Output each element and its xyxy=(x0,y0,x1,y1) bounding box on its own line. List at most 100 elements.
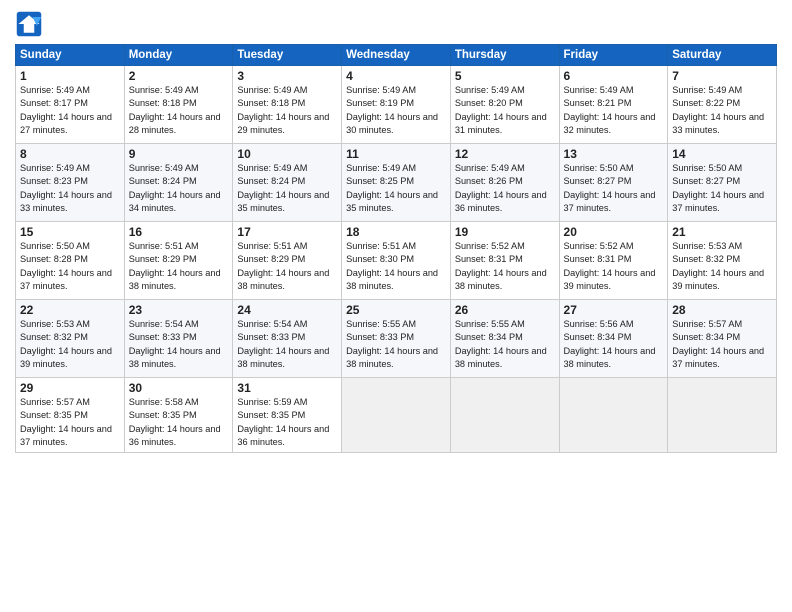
sunrise-label: Sunrise: 5:51 AM xyxy=(346,241,416,251)
calendar-cell: 19 Sunrise: 5:52 AM Sunset: 8:31 PM Dayl… xyxy=(450,222,559,300)
calendar-cell: 18 Sunrise: 5:51 AM Sunset: 8:30 PM Dayl… xyxy=(342,222,451,300)
cell-info: Sunrise: 5:49 AM Sunset: 8:20 PM Dayligh… xyxy=(455,84,555,137)
day-header-friday: Friday xyxy=(559,45,668,66)
day-number: 27 xyxy=(564,303,664,317)
sunset-label: Sunset: 8:32 PM xyxy=(672,254,740,264)
calendar-cell: 6 Sunrise: 5:49 AM Sunset: 8:21 PM Dayli… xyxy=(559,66,668,144)
day-header-monday: Monday xyxy=(124,45,233,66)
sunrise-label: Sunrise: 5:54 AM xyxy=(237,319,307,329)
sunset-label: Sunset: 8:30 PM xyxy=(346,254,414,264)
calendar-cell: 3 Sunrise: 5:49 AM Sunset: 8:18 PM Dayli… xyxy=(233,66,342,144)
cell-info: Sunrise: 5:57 AM Sunset: 8:34 PM Dayligh… xyxy=(672,318,772,371)
cell-info: Sunrise: 5:49 AM Sunset: 8:25 PM Dayligh… xyxy=(346,162,446,215)
cell-info: Sunrise: 5:51 AM Sunset: 8:29 PM Dayligh… xyxy=(129,240,229,293)
day-header-thursday: Thursday xyxy=(450,45,559,66)
sunrise-label: Sunrise: 5:53 AM xyxy=(20,319,90,329)
sunrise-label: Sunrise: 5:52 AM xyxy=(455,241,525,251)
cell-info: Sunrise: 5:56 AM Sunset: 8:34 PM Dayligh… xyxy=(564,318,664,371)
daylight-label: Daylight: 14 hours and 37 minutes. xyxy=(564,190,656,213)
day-number: 26 xyxy=(455,303,555,317)
sunrise-label: Sunrise: 5:57 AM xyxy=(672,319,742,329)
calendar-cell: 31 Sunrise: 5:59 AM Sunset: 8:35 PM Dayl… xyxy=(233,378,342,453)
sunset-label: Sunset: 8:22 PM xyxy=(672,98,740,108)
sunset-label: Sunset: 8:35 PM xyxy=(129,410,197,420)
calendar-cell: 24 Sunrise: 5:54 AM Sunset: 8:33 PM Dayl… xyxy=(233,300,342,378)
cell-info: Sunrise: 5:50 AM Sunset: 8:27 PM Dayligh… xyxy=(564,162,664,215)
sunrise-label: Sunrise: 5:56 AM xyxy=(564,319,634,329)
calendar-cell: 10 Sunrise: 5:49 AM Sunset: 8:24 PM Dayl… xyxy=(233,144,342,222)
day-header-wednesday: Wednesday xyxy=(342,45,451,66)
sunset-label: Sunset: 8:20 PM xyxy=(455,98,523,108)
sunset-label: Sunset: 8:27 PM xyxy=(564,176,632,186)
cell-info: Sunrise: 5:49 AM Sunset: 8:24 PM Dayligh… xyxy=(129,162,229,215)
sunset-label: Sunset: 8:29 PM xyxy=(129,254,197,264)
cell-info: Sunrise: 5:50 AM Sunset: 8:28 PM Dayligh… xyxy=(20,240,120,293)
calendar-cell: 12 Sunrise: 5:49 AM Sunset: 8:26 PM Dayl… xyxy=(450,144,559,222)
day-number: 17 xyxy=(237,225,337,239)
daylight-label: Daylight: 14 hours and 37 minutes. xyxy=(20,268,112,291)
logo xyxy=(15,10,47,38)
day-number: 9 xyxy=(129,147,229,161)
calendar-cell: 25 Sunrise: 5:55 AM Sunset: 8:33 PM Dayl… xyxy=(342,300,451,378)
daylight-label: Daylight: 14 hours and 37 minutes. xyxy=(672,346,764,369)
week-row-4: 22 Sunrise: 5:53 AM Sunset: 8:32 PM Dayl… xyxy=(16,300,777,378)
calendar-cell: 21 Sunrise: 5:53 AM Sunset: 8:32 PM Dayl… xyxy=(668,222,777,300)
day-header-sunday: Sunday xyxy=(16,45,125,66)
day-number: 1 xyxy=(20,69,120,83)
cell-info: Sunrise: 5:55 AM Sunset: 8:34 PM Dayligh… xyxy=(455,318,555,371)
calendar-cell: 27 Sunrise: 5:56 AM Sunset: 8:34 PM Dayl… xyxy=(559,300,668,378)
calendar-table: SundayMondayTuesdayWednesdayThursdayFrid… xyxy=(15,44,777,453)
calendar-cell: 22 Sunrise: 5:53 AM Sunset: 8:32 PM Dayl… xyxy=(16,300,125,378)
cell-info: Sunrise: 5:50 AM Sunset: 8:27 PM Dayligh… xyxy=(672,162,772,215)
cell-info: Sunrise: 5:52 AM Sunset: 8:31 PM Dayligh… xyxy=(564,240,664,293)
calendar-cell xyxy=(559,378,668,453)
calendar-cell: 1 Sunrise: 5:49 AM Sunset: 8:17 PM Dayli… xyxy=(16,66,125,144)
day-number: 19 xyxy=(455,225,555,239)
day-number: 3 xyxy=(237,69,337,83)
sunrise-label: Sunrise: 5:50 AM xyxy=(564,163,634,173)
daylight-label: Daylight: 14 hours and 35 minutes. xyxy=(237,190,329,213)
day-header-saturday: Saturday xyxy=(668,45,777,66)
day-number: 22 xyxy=(20,303,120,317)
cell-info: Sunrise: 5:49 AM Sunset: 8:24 PM Dayligh… xyxy=(237,162,337,215)
cell-info: Sunrise: 5:52 AM Sunset: 8:31 PM Dayligh… xyxy=(455,240,555,293)
sunset-label: Sunset: 8:27 PM xyxy=(672,176,740,186)
day-number: 18 xyxy=(346,225,446,239)
sunrise-label: Sunrise: 5:49 AM xyxy=(237,163,307,173)
cell-info: Sunrise: 5:51 AM Sunset: 8:29 PM Dayligh… xyxy=(237,240,337,293)
day-number: 11 xyxy=(346,147,446,161)
calendar-cell: 8 Sunrise: 5:49 AM Sunset: 8:23 PM Dayli… xyxy=(16,144,125,222)
calendar-cell: 2 Sunrise: 5:49 AM Sunset: 8:18 PM Dayli… xyxy=(124,66,233,144)
daylight-label: Daylight: 14 hours and 38 minutes. xyxy=(346,346,438,369)
calendar-cell xyxy=(668,378,777,453)
calendar-cell: 28 Sunrise: 5:57 AM Sunset: 8:34 PM Dayl… xyxy=(668,300,777,378)
cell-info: Sunrise: 5:49 AM Sunset: 8:17 PM Dayligh… xyxy=(20,84,120,137)
cell-info: Sunrise: 5:53 AM Sunset: 8:32 PM Dayligh… xyxy=(20,318,120,371)
sunrise-label: Sunrise: 5:49 AM xyxy=(129,85,199,95)
daylight-label: Daylight: 14 hours and 38 minutes. xyxy=(237,268,329,291)
sunrise-label: Sunrise: 5:49 AM xyxy=(237,85,307,95)
calendar-cell: 29 Sunrise: 5:57 AM Sunset: 8:35 PM Dayl… xyxy=(16,378,125,453)
sunrise-label: Sunrise: 5:49 AM xyxy=(129,163,199,173)
week-row-2: 8 Sunrise: 5:49 AM Sunset: 8:23 PM Dayli… xyxy=(16,144,777,222)
sunset-label: Sunset: 8:29 PM xyxy=(237,254,305,264)
main-container: SundayMondayTuesdayWednesdayThursdayFrid… xyxy=(0,0,792,612)
day-header-row: SundayMondayTuesdayWednesdayThursdayFrid… xyxy=(16,45,777,66)
sunset-label: Sunset: 8:18 PM xyxy=(129,98,197,108)
calendar-cell: 13 Sunrise: 5:50 AM Sunset: 8:27 PM Dayl… xyxy=(559,144,668,222)
daylight-label: Daylight: 14 hours and 37 minutes. xyxy=(20,424,112,447)
sunrise-label: Sunrise: 5:52 AM xyxy=(564,241,634,251)
sunset-label: Sunset: 8:33 PM xyxy=(346,332,414,342)
sunset-label: Sunset: 8:35 PM xyxy=(20,410,88,420)
calendar-cell xyxy=(450,378,559,453)
daylight-label: Daylight: 14 hours and 39 minutes. xyxy=(564,268,656,291)
sunrise-label: Sunrise: 5:58 AM xyxy=(129,397,199,407)
cell-info: Sunrise: 5:49 AM Sunset: 8:18 PM Dayligh… xyxy=(129,84,229,137)
day-number: 2 xyxy=(129,69,229,83)
sunset-label: Sunset: 8:33 PM xyxy=(129,332,197,342)
day-number: 25 xyxy=(346,303,446,317)
sunrise-label: Sunrise: 5:49 AM xyxy=(564,85,634,95)
sunrise-label: Sunrise: 5:51 AM xyxy=(237,241,307,251)
cell-info: Sunrise: 5:57 AM Sunset: 8:35 PM Dayligh… xyxy=(20,396,120,449)
daylight-label: Daylight: 14 hours and 38 minutes. xyxy=(564,346,656,369)
